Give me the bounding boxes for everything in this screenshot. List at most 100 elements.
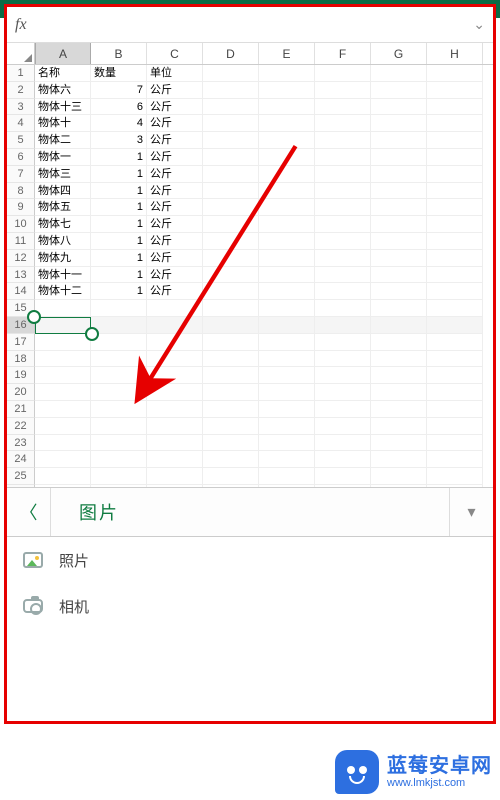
- row-header[interactable]: 20: [7, 384, 35, 401]
- cell[interactable]: [427, 401, 483, 418]
- cell[interactable]: [91, 435, 147, 452]
- cell[interactable]: [35, 435, 91, 452]
- row-header[interactable]: 22: [7, 418, 35, 435]
- cell[interactable]: [203, 451, 259, 468]
- cell[interactable]: [203, 384, 259, 401]
- row-header[interactable]: 9: [7, 199, 35, 216]
- cell[interactable]: [427, 250, 483, 267]
- cell[interactable]: [371, 418, 427, 435]
- cell[interactable]: [371, 451, 427, 468]
- cell[interactable]: [315, 317, 371, 334]
- cell[interactable]: 公斤: [147, 199, 203, 216]
- cell[interactable]: 1: [91, 283, 147, 300]
- cell[interactable]: [203, 435, 259, 452]
- cell[interactable]: [315, 250, 371, 267]
- cell[interactable]: [315, 115, 371, 132]
- cell[interactable]: [91, 367, 147, 384]
- cell[interactable]: [91, 334, 147, 351]
- formula-expand-icon[interactable]: ⌄: [473, 16, 485, 33]
- row-header[interactable]: 10: [7, 216, 35, 233]
- cell[interactable]: [427, 435, 483, 452]
- row-header[interactable]: 14: [7, 283, 35, 300]
- cell[interactable]: 公斤: [147, 283, 203, 300]
- cell[interactable]: [203, 82, 259, 99]
- cell[interactable]: [315, 65, 371, 82]
- cell[interactable]: [427, 233, 483, 250]
- cell[interactable]: [371, 132, 427, 149]
- cell[interactable]: [427, 99, 483, 116]
- cell[interactable]: [91, 401, 147, 418]
- cell[interactable]: 公斤: [147, 132, 203, 149]
- row-header[interactable]: 4: [7, 115, 35, 132]
- cell[interactable]: [427, 334, 483, 351]
- cell[interactable]: 公斤: [147, 250, 203, 267]
- cell[interactable]: [147, 451, 203, 468]
- cell[interactable]: [259, 65, 315, 82]
- cell[interactable]: [427, 351, 483, 368]
- cell[interactable]: [371, 82, 427, 99]
- cell[interactable]: [427, 367, 483, 384]
- cell[interactable]: [315, 233, 371, 250]
- cell[interactable]: [35, 418, 91, 435]
- cell[interactable]: [371, 367, 427, 384]
- cell[interactable]: [259, 384, 315, 401]
- row-header[interactable]: 3: [7, 99, 35, 116]
- cell[interactable]: [315, 451, 371, 468]
- cell[interactable]: [371, 401, 427, 418]
- cell[interactable]: 4: [91, 115, 147, 132]
- cell[interactable]: [427, 149, 483, 166]
- cell[interactable]: [315, 418, 371, 435]
- cell[interactable]: 物体六: [35, 82, 91, 99]
- cell[interactable]: [371, 149, 427, 166]
- cell[interactable]: [35, 317, 91, 334]
- cell[interactable]: [315, 216, 371, 233]
- cell[interactable]: [315, 267, 371, 284]
- cell[interactable]: [203, 199, 259, 216]
- row-header[interactable]: 5: [7, 132, 35, 149]
- cell[interactable]: [147, 401, 203, 418]
- cell[interactable]: [203, 166, 259, 183]
- cell[interactable]: [427, 468, 483, 485]
- row-header[interactable]: 7: [7, 166, 35, 183]
- cell[interactable]: [35, 401, 91, 418]
- cell[interactable]: [259, 99, 315, 116]
- cell[interactable]: [315, 300, 371, 317]
- cell[interactable]: [371, 468, 427, 485]
- cell[interactable]: [259, 351, 315, 368]
- cell[interactable]: [315, 99, 371, 116]
- cell[interactable]: [259, 367, 315, 384]
- select-all-corner[interactable]: [7, 43, 35, 64]
- cell[interactable]: [259, 334, 315, 351]
- cell[interactable]: [203, 334, 259, 351]
- cell[interactable]: [371, 166, 427, 183]
- cell[interactable]: [371, 267, 427, 284]
- cell[interactable]: [315, 166, 371, 183]
- cell[interactable]: 公斤: [147, 82, 203, 99]
- cell[interactable]: [315, 132, 371, 149]
- column-header-H[interactable]: H: [427, 43, 483, 64]
- column-header-G[interactable]: G: [371, 43, 427, 64]
- cell[interactable]: [203, 418, 259, 435]
- cell[interactable]: [315, 401, 371, 418]
- cell[interactable]: [427, 115, 483, 132]
- cell[interactable]: 1: [91, 250, 147, 267]
- cell[interactable]: [203, 317, 259, 334]
- row-header[interactable]: 11: [7, 233, 35, 250]
- cell[interactable]: [91, 351, 147, 368]
- cell[interactable]: [371, 216, 427, 233]
- cell[interactable]: [91, 418, 147, 435]
- spreadsheet-grid[interactable]: 1名称数量单位2物体六7公斤3物体十三6公斤4物体十4公斤5物体二3公斤6物体一…: [7, 65, 493, 502]
- cell[interactable]: [147, 418, 203, 435]
- cell[interactable]: [371, 435, 427, 452]
- cell[interactable]: [35, 367, 91, 384]
- cell[interactable]: [259, 132, 315, 149]
- cell[interactable]: [147, 351, 203, 368]
- cell[interactable]: [91, 300, 147, 317]
- cell[interactable]: [427, 384, 483, 401]
- row-header[interactable]: 18: [7, 351, 35, 368]
- cell[interactable]: 数量: [91, 65, 147, 82]
- cell[interactable]: [203, 233, 259, 250]
- cell[interactable]: [91, 317, 147, 334]
- cell[interactable]: [427, 65, 483, 82]
- cell[interactable]: [259, 468, 315, 485]
